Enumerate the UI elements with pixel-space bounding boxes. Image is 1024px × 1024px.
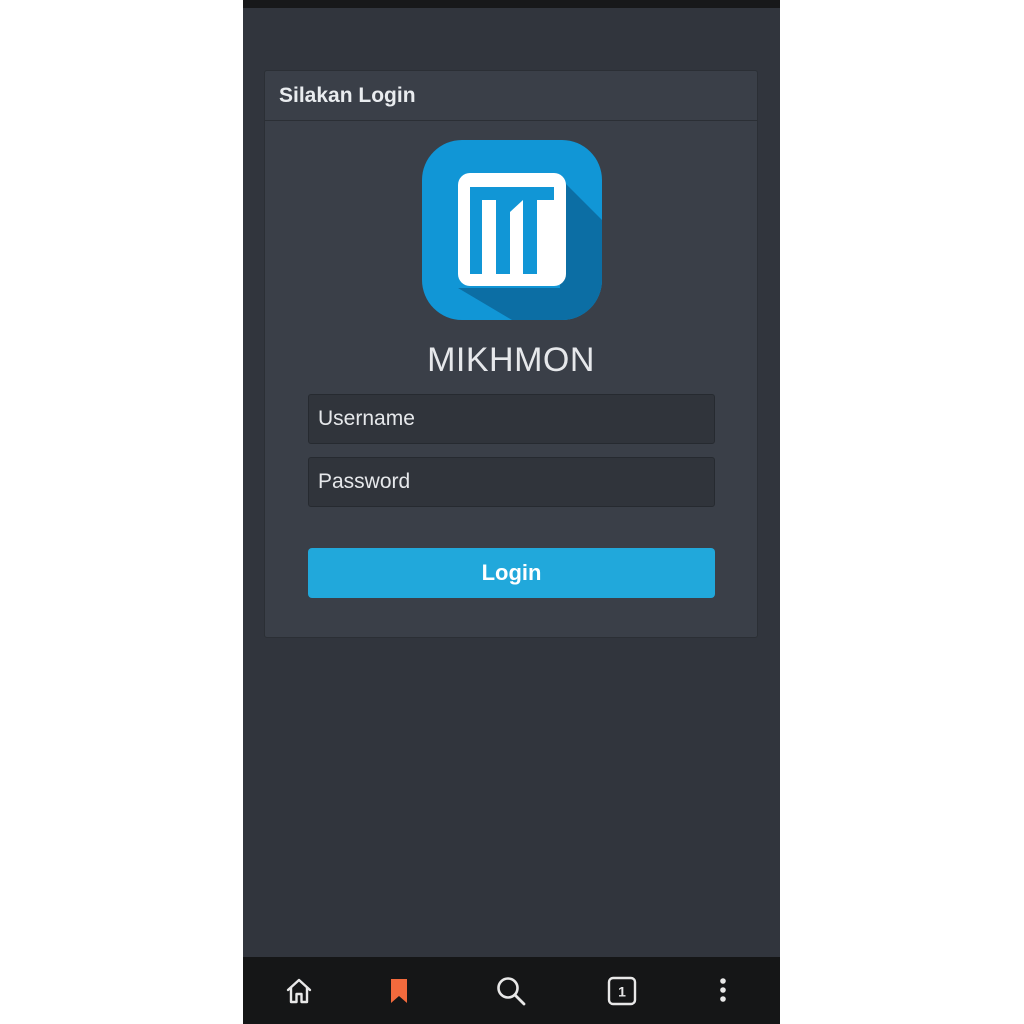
bookmarks-button[interactable]: [383, 975, 415, 1007]
browser-bottom-nav: 1: [243, 957, 780, 1024]
app-name: MIKHMON: [427, 341, 595, 379]
login-title: Silakan Login: [279, 83, 416, 107]
card-header: Silakan Login: [265, 71, 757, 121]
browser-viewport: Silakan Login MIKHMON Login: [243, 0, 780, 1024]
status-bar: [243, 0, 780, 8]
login-button[interactable]: Login: [308, 548, 715, 598]
login-card: Silakan Login MIKHMON Login: [264, 70, 758, 638]
search-button[interactable]: [495, 975, 527, 1007]
tabs-button[interactable]: 1: [606, 975, 638, 1007]
bookmark-icon: [391, 979, 407, 1003]
home-icon: [286, 978, 312, 1004]
search-icon: [497, 977, 526, 1006]
more-menu-button[interactable]: [707, 975, 739, 1007]
password-input[interactable]: [308, 457, 715, 507]
tabs-icon: 1: [607, 976, 637, 1006]
more-vertical-icon: [720, 978, 726, 1002]
mikhmon-logo-icon: [422, 140, 602, 320]
username-input[interactable]: [308, 394, 715, 444]
tab-count: 1: [618, 984, 626, 1000]
home-button[interactable]: [283, 975, 315, 1007]
